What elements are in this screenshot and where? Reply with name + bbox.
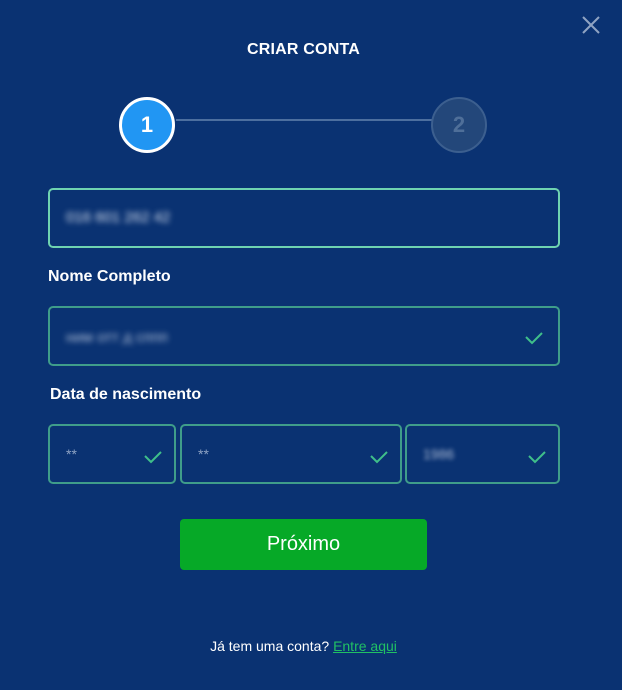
- stepper-connector: [176, 119, 432, 121]
- phone-value: 016 601 262 42: [66, 209, 171, 226]
- birth-date-label: Data de nascimento: [50, 386, 202, 403]
- check-icon: [370, 451, 388, 464]
- check-icon: [525, 332, 543, 345]
- full-name-value: ним отт д сппп: [66, 329, 168, 346]
- birth-year-select[interactable]: 1986: [405, 424, 560, 484]
- login-prompt-text: Já tem uma conta?: [210, 638, 330, 654]
- close-icon: [582, 16, 600, 34]
- create-account-modal: CRIAR CONTA 1 2 016 601 262 42 Nome Comp…: [0, 0, 622, 690]
- birth-day-value: **: [66, 446, 77, 462]
- full-name-input[interactable]: ним отт д сппп: [48, 306, 560, 366]
- next-button[interactable]: Próximo: [180, 519, 427, 570]
- phone-input[interactable]: 016 601 262 42: [48, 188, 560, 248]
- check-icon: [144, 451, 162, 464]
- step-1-indicator: 1: [119, 97, 175, 153]
- login-link[interactable]: Entre aqui: [333, 638, 397, 654]
- modal-title: CRIAR CONTA: [246, 41, 360, 58]
- check-icon: [528, 451, 546, 464]
- close-button[interactable]: [578, 12, 604, 38]
- birth-month-value: **: [198, 446, 209, 462]
- birth-day-select[interactable]: **: [48, 424, 176, 484]
- login-prompt: Já tem uma conta? Entre aqui: [0, 638, 607, 654]
- step-2-indicator: 2: [431, 97, 487, 153]
- full-name-label: Nome Completo: [48, 268, 171, 285]
- birth-month-select[interactable]: **: [180, 424, 402, 484]
- birth-year-value: 1986: [423, 446, 455, 462]
